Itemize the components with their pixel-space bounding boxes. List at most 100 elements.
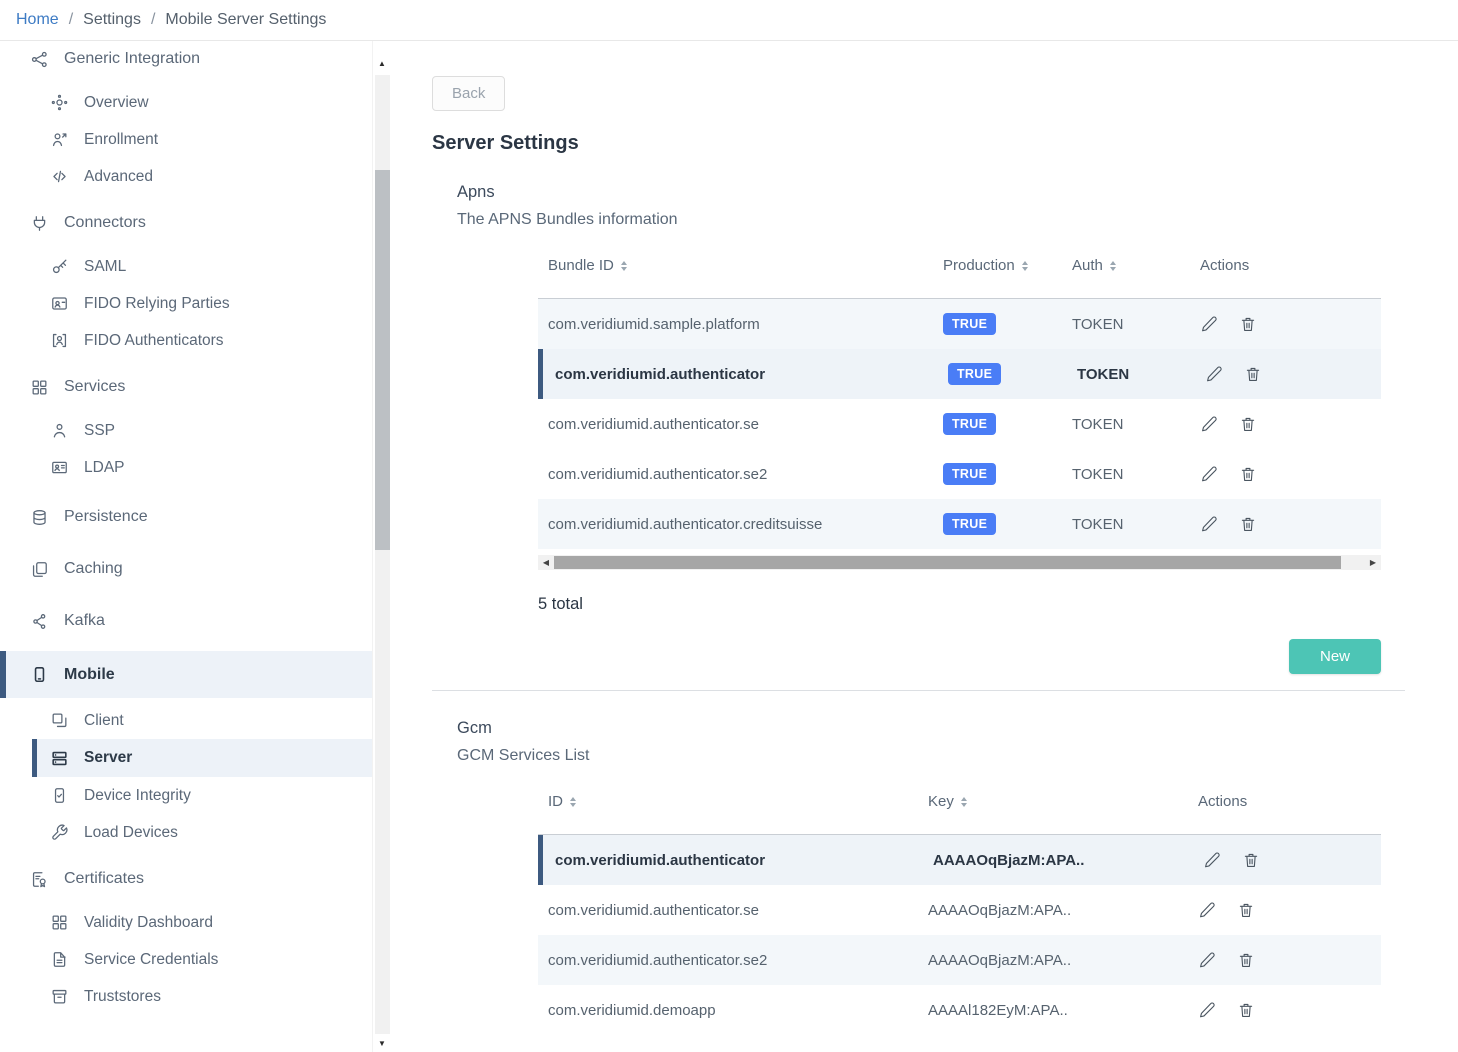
scroll-down-arrow-icon[interactable]: ▼ <box>373 1039 391 1048</box>
sidebar-item-ssp[interactable]: SSP <box>0 412 372 449</box>
table-row-selected[interactable]: com.veridiumid.authenticator AAAAOqBjazM… <box>538 835 1381 885</box>
sidebar-item-persistence[interactable]: Persistence <box>0 496 372 538</box>
key-cell: AAAAOqBjazM:APA.. <box>933 852 1194 869</box>
edit-icon[interactable] <box>1198 951 1216 969</box>
edit-icon[interactable] <box>1200 515 1218 533</box>
scrollbar-thumb[interactable] <box>375 170 390 550</box>
scroll-left-arrow-icon[interactable]: ◀ <box>538 555 554 570</box>
sidebar-item-fido-relying-parties[interactable]: FIDO Relying Parties <box>0 285 372 322</box>
sidebar-item-fido-authenticators[interactable]: FIDO Authenticators <box>0 322 372 359</box>
sidebar-item-advanced[interactable]: Advanced <box>0 158 372 195</box>
breadcrumb-settings[interactable]: Settings <box>83 11 141 29</box>
id-cell: com.veridiumid.demoapp <box>538 1002 928 1019</box>
delete-icon[interactable] <box>1244 365 1262 383</box>
breadcrumb-separator: / <box>151 11 155 29</box>
horizontal-scrollbar[interactable]: ◀ ▶ <box>538 555 1381 570</box>
table-row[interactable]: com.veridiumid.authenticator.se AAAAOqBj… <box>538 885 1381 935</box>
scrollbar-thumb[interactable] <box>554 556 1341 569</box>
sidebar-item-certificates[interactable]: Certificates <box>0 858 372 900</box>
sidebar-item-connectors[interactable]: Connectors <box>0 202 372 244</box>
sidebar-item-generic-integration[interactable]: Generic Integration <box>0 41 372 80</box>
bundle-id-cell: com.veridiumid.sample.platform <box>538 316 943 333</box>
gcm-table-header: ID Key Actions <box>538 787 1381 835</box>
edit-icon[interactable] <box>1198 901 1216 919</box>
table-row[interactable]: com.veridiumid.authenticator.se2 AAAAOqB… <box>538 935 1381 985</box>
column-header-auth[interactable]: Auth <box>1068 257 1191 274</box>
table-row[interactable]: com.veridiumid.authenticator.se2 TRUE TO… <box>538 449 1381 499</box>
code-icon <box>50 167 69 186</box>
breadcrumb-current-page: Mobile Server Settings <box>165 11 326 29</box>
table-row[interactable]: com.veridiumid.authenticator.se TRUE TOK… <box>538 399 1381 449</box>
back-button[interactable]: Back <box>432 76 505 111</box>
sidebar-item-enrollment[interactable]: Enrollment <box>0 121 372 158</box>
apns-section-description: The APNS Bundles information <box>457 211 1458 229</box>
delete-icon[interactable] <box>1237 951 1255 969</box>
enrollment-icon <box>50 130 69 149</box>
breadcrumb-separator: / <box>69 11 73 29</box>
production-cell: TRUE <box>943 313 1068 335</box>
column-header-production[interactable]: Production <box>943 257 1068 274</box>
edit-icon[interactable] <box>1205 365 1223 383</box>
delete-icon[interactable] <box>1242 851 1260 869</box>
edit-icon[interactable] <box>1200 315 1218 333</box>
sidebar-item-mobile[interactable]: Mobile <box>0 651 372 698</box>
sidebar-item-label: Enrollment <box>84 131 158 149</box>
sidebar-item-label: Kafka <box>64 612 105 630</box>
bundle-id-cell: com.veridiumid.authenticator <box>543 366 948 383</box>
sidebar-item-service-credentials[interactable]: Service Credentials <box>0 941 372 978</box>
table-row[interactable]: com.veridiumid.demoapp AAAAl182EyM:APA.. <box>538 985 1381 1035</box>
auth-cell: TOKEN <box>1068 466 1191 483</box>
delete-icon[interactable] <box>1237 1001 1255 1019</box>
sidebar-item-kafka[interactable]: Kafka <box>0 600 372 642</box>
archive-icon <box>50 987 69 1006</box>
sidebar-item-device-integrity[interactable]: Device Integrity <box>0 777 372 814</box>
column-header-bundle-id[interactable]: Bundle ID <box>538 257 943 274</box>
scrollbar-track[interactable] <box>554 555 1365 570</box>
sidebar-item-truststores[interactable]: Truststores <box>0 978 372 1015</box>
delete-icon[interactable] <box>1237 901 1255 919</box>
integration-icon <box>30 50 49 69</box>
production-cell: TRUE <box>948 363 1073 385</box>
table-row[interactable]: com.veridiumid.sample.platform TRUE TOKE… <box>538 299 1381 349</box>
sidebar-item-label: Mobile <box>64 666 115 684</box>
sidebar-item-server[interactable]: Server <box>32 739 372 777</box>
delete-icon[interactable] <box>1239 315 1257 333</box>
sidebar-item-saml[interactable]: SAML <box>0 248 372 285</box>
sidebar-item-label: Connectors <box>64 214 146 232</box>
sidebar-item-services[interactable]: Services <box>0 366 372 408</box>
breadcrumb-home[interactable]: Home <box>16 11 59 29</box>
sort-icon <box>621 261 627 271</box>
delete-icon[interactable] <box>1239 515 1257 533</box>
edit-icon[interactable] <box>1200 465 1218 483</box>
sidebar-item-label: Advanced <box>84 168 153 186</box>
key-cell: AAAAOqBjazM:APA.. <box>928 902 1189 919</box>
sidebar-scrollbar[interactable]: ▲ ▼ <box>372 41 391 1052</box>
edit-icon[interactable] <box>1203 851 1221 869</box>
sidebar-item-label: Overview <box>84 94 149 112</box>
auth-cell: TOKEN <box>1073 366 1196 383</box>
sidebar-item-label: SAML <box>84 258 126 276</box>
edit-icon[interactable] <box>1198 1001 1216 1019</box>
column-header-key[interactable]: Key <box>928 793 1189 810</box>
sidebar-item-client[interactable]: Client <box>0 702 372 739</box>
new-button[interactable]: New <box>1289 639 1381 674</box>
table-row[interactable]: com.veridiumid.authenticator.creditsuiss… <box>538 499 1381 549</box>
sidebar-item-caching[interactable]: Caching <box>0 548 372 590</box>
sidebar-item-overview[interactable]: Overview <box>0 84 372 121</box>
table-row-selected[interactable]: com.veridiumid.authenticator TRUE TOKEN <box>538 349 1381 399</box>
sidebar-item-ldap[interactable]: LDAP <box>0 449 372 486</box>
page-title: Server Settings <box>432 132 1458 155</box>
key-cell: AAAAl182EyM:APA.. <box>928 1002 1189 1019</box>
scrollbar-track[interactable] <box>375 75 390 1034</box>
sidebar-item-load-devices[interactable]: Load Devices <box>0 814 372 851</box>
bundle-id-cell: com.veridiumid.authenticator.creditsuiss… <box>538 516 943 533</box>
column-header-id[interactable]: ID <box>538 793 928 810</box>
scroll-right-arrow-icon[interactable]: ▶ <box>1365 555 1381 570</box>
sidebar-item-validity-dashboard[interactable]: Validity Dashboard <box>0 904 372 941</box>
smartphone-icon <box>30 665 49 684</box>
delete-icon[interactable] <box>1239 465 1257 483</box>
edit-icon[interactable] <box>1200 415 1218 433</box>
delete-icon[interactable] <box>1239 415 1257 433</box>
scroll-up-arrow-icon[interactable]: ▲ <box>373 59 391 68</box>
section-divider <box>432 690 1405 691</box>
